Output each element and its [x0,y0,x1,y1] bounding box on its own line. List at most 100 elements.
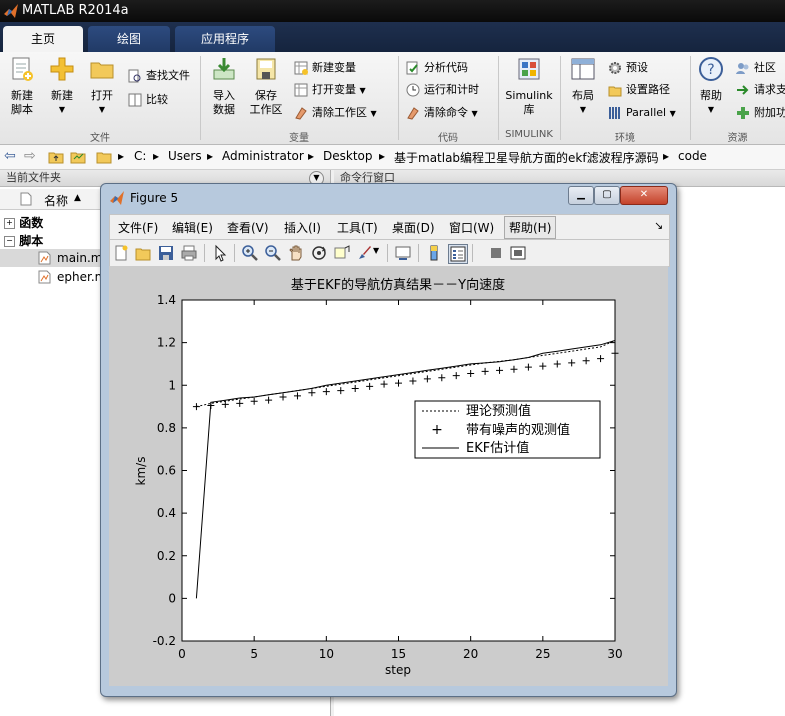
maximize-button[interactable]: ▢ [594,186,620,205]
breadcrumb-project-folder[interactable]: 基于matlab编程卫星导航方面的ekf滤波程序源码 [394,149,659,166]
open-file-icon[interactable] [134,244,152,262]
chart-title: 基于EKF的导航仿真结果－－Y向速度 [291,277,505,293]
toolbar-divider [387,244,388,262]
run-and-time-button[interactable]: 运行和计时 [406,80,479,100]
toolbar-divider [234,244,235,262]
set-path-button[interactable]: 设置路径 [608,80,670,100]
rotate-3d-icon[interactable] [310,244,328,262]
help-button[interactable]: ? 帮助 ▼ [694,56,728,117]
zoom-in-icon[interactable] [241,244,259,262]
parallel-dropdown-icon: ▼ [669,109,676,118]
menu-insert[interactable]: 插入(I) [284,219,321,236]
y-tick-label: 1.4 [157,293,176,307]
breadcrumb-users[interactable]: Users [168,149,202,163]
analyze-code-button[interactable]: 分析代码 [406,58,468,78]
m-file-icon [38,270,51,284]
brush-icon[interactable] [356,244,372,262]
tab-plots[interactable]: 绘图 [88,26,170,52]
toolbar-divider [418,244,419,262]
clear-workspace-button[interactable]: 清除工作区 ▼ [294,103,377,123]
clear-commands-dropdown-icon: ▼ [471,109,478,118]
new-figure-icon[interactable] [112,244,130,262]
browse-folder-icon[interactable] [70,149,86,164]
new-script-button[interactable]: 新建 脚本 [4,56,40,117]
x-tick-label: 30 [607,647,622,661]
save-workspace-button[interactable]: 保存 工作区 [246,56,286,117]
document-icon [20,192,32,206]
up-folder-icon[interactable] [48,149,64,164]
legend-icon[interactable] [448,244,468,264]
breadcrumb-c[interactable]: C: [134,149,146,163]
new-script-label: 新建 脚本 [11,89,33,116]
open-variable-button[interactable]: 打开变量 ▼ [294,80,366,100]
run-and-time-label: 运行和计时 [424,83,479,96]
pan-hand-icon[interactable] [287,244,305,262]
compare-icon [128,93,142,107]
zoom-out-icon[interactable] [264,244,282,262]
menu-desktop[interactable]: 桌面(D) [392,219,435,236]
preferences-button[interactable]: 预设 [608,58,648,78]
group-functions[interactable]: + 函数 [4,214,43,231]
preferences-label: 预设 [626,61,648,74]
menu-undock-icon[interactable]: ↘ [654,219,663,232]
add-ons-label: 附加功 [754,106,785,119]
y-tick-label: 1 [168,378,176,392]
menu-view[interactable]: 查看(V) [227,219,269,236]
layout-button[interactable]: 布局 ▼ [565,56,601,117]
legend-label-theory: 理论预测值 [466,403,531,419]
brush-dropdown-icon[interactable]: ▼ [373,246,379,255]
menu-file[interactable]: 文件(F) [118,219,158,236]
folder-icon [96,152,112,164]
simulink-library-button[interactable]: Simulink 库 [503,56,555,117]
tab-home[interactable]: 主页 [3,26,83,52]
breadcrumb-desktop[interactable]: Desktop [323,149,373,163]
pointer-arrow-icon[interactable] [211,244,229,262]
hide-plot-tools-icon[interactable] [487,244,505,262]
menu-tools[interactable]: 工具(T) [337,219,378,236]
close-button[interactable]: ✕ [620,186,668,205]
forward-arrow-icon[interactable]: ⇨ [24,148,36,164]
ribbon-divider [690,56,691,140]
back-arrow-icon[interactable]: ⇦ [4,148,16,164]
collapse-icon[interactable]: − [4,236,15,247]
legend-swatch-observed: + [431,422,443,438]
group-scripts[interactable]: − 脚本 [4,232,43,249]
request-support-label: 请求支 [754,83,785,96]
add-ons-button[interactable]: 附加功 [736,103,785,123]
show-plot-tools-icon[interactable] [509,244,527,262]
tab-plots-label: 绘图 [116,32,141,46]
clear-commands-button[interactable]: 清除命令 ▼ [406,103,478,123]
menu-edit[interactable]: 编辑(E) [172,219,213,236]
parallel-button[interactable]: Parallel ▼ [608,103,676,123]
group-label-simulink: SIMULINK [505,129,553,140]
save-figure-icon[interactable] [157,244,175,262]
print-icon[interactable] [180,244,198,262]
breadcrumb-separator: ▸ [308,149,315,163]
clear-workspace-dropdown-icon: ▼ [370,109,377,118]
import-data-button[interactable]: 导入 数据 [206,56,242,117]
menu-help[interactable]: 帮助(H) [504,216,557,239]
toolbar-divider [472,244,473,262]
column-header-name[interactable]: 名称 [44,192,68,209]
link-plot-icon[interactable] [394,244,412,262]
colorbar-icon[interactable] [425,244,443,262]
new-button[interactable]: 新建 ▼ [44,56,80,117]
menu-window[interactable]: 窗口(W) [449,219,494,236]
plot-area[interactable]: 0 5 10 15 20 25 30 -0.200.20.40.60.811.21.4 基于… [109,266,668,686]
x-tick-label: 25 [535,647,550,661]
request-support-button[interactable]: 请求支 [736,80,785,100]
expand-icon[interactable]: + [4,218,15,229]
open-button[interactable]: 打开 ▼ [84,56,120,117]
new-plus-icon [50,57,74,81]
breadcrumb-code[interactable]: code [678,149,707,163]
find-files-button[interactable]: 查找文件 [128,66,190,86]
community-button[interactable]: 社区 [736,58,776,78]
compare-button[interactable]: 比较 [128,90,168,110]
breadcrumb-administrator[interactable]: Administrator [222,149,304,163]
tab-apps[interactable]: 应用程序 [175,26,275,52]
legend[interactable]: 理论预测值 + 带有噪声的观测值 EKF估计值 [414,400,601,459]
new-variable-label: 新建变量 [312,61,356,74]
data-cursor-icon[interactable] [333,244,351,262]
new-variable-button[interactable]: 新建变量 [294,58,356,78]
minimize-button[interactable]: ▁ [568,186,594,205]
